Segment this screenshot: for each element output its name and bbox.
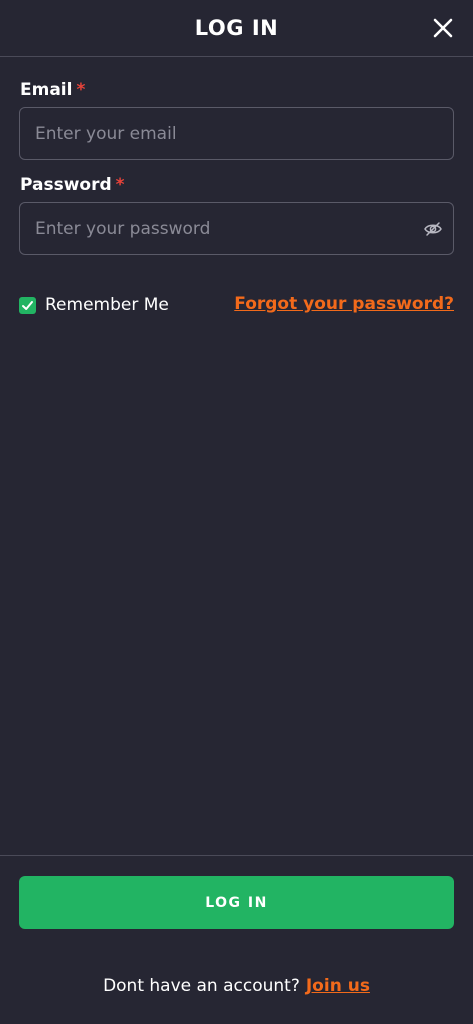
checkmark-icon (22, 300, 33, 310)
password-visibility-toggle[interactable] (423, 219, 443, 239)
password-label-text: Password (20, 175, 112, 195)
email-label: Email * (20, 80, 85, 100)
remember-me-checkbox[interactable] (19, 296, 36, 314)
password-field[interactable] (35, 203, 415, 254)
page-title: LOG IN (194, 16, 279, 40)
password-required-mark: * (115, 175, 125, 195)
signup-row: Dont have an account? Join us (0, 976, 473, 996)
signup-prompt: Dont have an account? (103, 976, 300, 996)
join-us-link[interactable]: Join us (306, 976, 370, 996)
login-button[interactable]: LOG IN (19, 876, 454, 929)
email-required-mark: * (76, 80, 86, 100)
email-field[interactable] (35, 108, 415, 159)
footer-divider (0, 855, 473, 856)
password-field-box (19, 202, 454, 255)
forgot-password-link[interactable]: Forgot your password? (234, 294, 454, 314)
email-label-text: Email (20, 80, 73, 100)
close-icon (433, 18, 453, 38)
login-screen: LOG IN Email* Password* (0, 0, 473, 1024)
close-button[interactable] (429, 14, 457, 42)
remember-me-label: Remember Me (45, 295, 169, 315)
eye-off-icon (424, 222, 442, 236)
remember-me-toggle[interactable]: Remember Me (19, 295, 169, 315)
password-label: Password * (20, 175, 125, 195)
header: LOG IN (0, 0, 473, 57)
email-field-box (19, 107, 454, 160)
